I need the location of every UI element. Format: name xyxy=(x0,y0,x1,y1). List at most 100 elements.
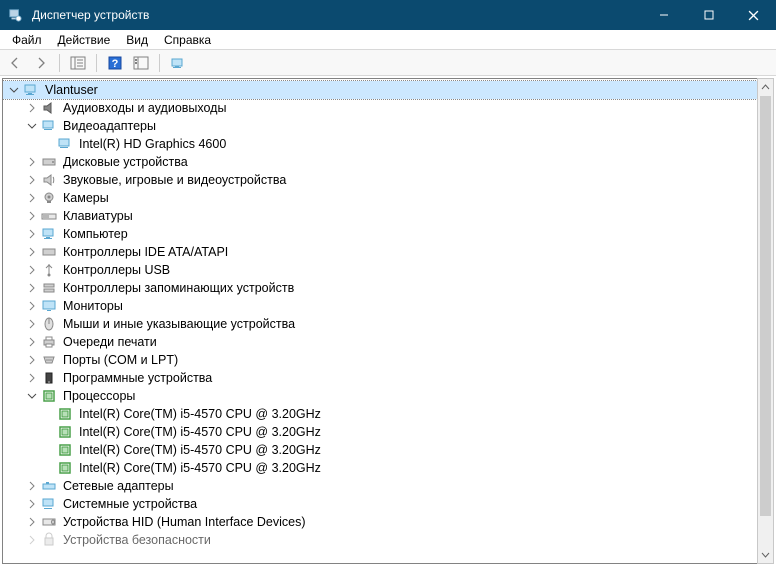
tree-label: Дисковые устройства xyxy=(61,153,190,171)
menu-action[interactable]: Действие xyxy=(50,31,119,49)
menubar: Файл Действие Вид Справка xyxy=(0,30,776,50)
scroll-thumb[interactable] xyxy=(760,96,771,516)
audio-icon xyxy=(41,100,57,116)
tree-item-video[interactable]: Видеоадаптеры xyxy=(3,117,757,135)
processor-icon xyxy=(41,388,57,404)
storage-controller-icon xyxy=(41,280,57,296)
processor-icon xyxy=(57,460,73,476)
scan-hardware-button[interactable] xyxy=(167,52,189,74)
tree-label: Системные устройства xyxy=(61,495,199,513)
expander-icon[interactable] xyxy=(25,119,39,133)
expander-icon[interactable] xyxy=(25,389,39,403)
expander-icon[interactable] xyxy=(25,533,39,547)
expander-icon[interactable] xyxy=(25,227,39,241)
expander-icon[interactable] xyxy=(25,263,39,277)
tree-label: Intel(R) HD Graphics 4600 xyxy=(77,135,228,153)
menu-help[interactable]: Справка xyxy=(156,31,219,49)
tree-item-mouse[interactable]: Мыши и иные указывающие устройства xyxy=(3,315,757,333)
software-device-icon xyxy=(41,370,57,386)
back-button[interactable] xyxy=(4,52,26,74)
expander-icon[interactable] xyxy=(25,371,39,385)
expander-icon[interactable] xyxy=(25,353,39,367)
tree-item-hid[interactable]: Устройства HID (Human Interface Devices) xyxy=(3,513,757,531)
display-adapter-icon xyxy=(41,118,57,134)
tree-item-computer[interactable]: Компьютер xyxy=(3,225,757,243)
forward-button[interactable] xyxy=(30,52,52,74)
hid-icon xyxy=(41,514,57,530)
tree-item-software[interactable]: Программные устройства xyxy=(3,369,757,387)
device-tree[interactable]: Vlantuser Аудиовходы и аудиовыходы Видео… xyxy=(3,79,757,551)
properties-button[interactable] xyxy=(130,52,152,74)
tree-item-video-child[interactable]: Intel(R) HD Graphics 4600 xyxy=(3,135,757,153)
expander-icon[interactable] xyxy=(25,245,39,259)
toolbar-separator xyxy=(59,54,60,72)
tree-label: Компьютер xyxy=(61,225,130,243)
expander-icon[interactable] xyxy=(25,479,39,493)
tree-item-cpu-core[interactable]: Intel(R) Core(TM) i5-4570 CPU @ 3.20GHz xyxy=(3,459,757,477)
titlebar: Диспетчер устройств xyxy=(0,0,776,30)
menu-file[interactable]: Файл xyxy=(4,31,50,49)
tree-label: Контроллеры USB xyxy=(61,261,172,279)
tree-item-audio[interactable]: Аудиовходы и аудиовыходы xyxy=(3,99,757,117)
expander-icon[interactable] xyxy=(25,317,39,331)
toolbar: ? xyxy=(0,50,776,76)
tree-item-ide[interactable]: Контроллеры IDE ATA/ATAPI xyxy=(3,243,757,261)
tree-item-cpu-core[interactable]: Intel(R) Core(TM) i5-4570 CPU @ 3.20GHz xyxy=(3,405,757,423)
help-button[interactable]: ? xyxy=(104,52,126,74)
toolbar-separator xyxy=(96,54,97,72)
toolbar-separator xyxy=(159,54,160,72)
display-adapter-icon xyxy=(57,136,73,152)
menu-view[interactable]: Вид xyxy=(118,31,156,49)
tree-label: Intel(R) Core(TM) i5-4570 CPU @ 3.20GHz xyxy=(77,441,323,459)
tree-label: Мониторы xyxy=(61,297,125,315)
show-hide-tree-button[interactable] xyxy=(67,52,89,74)
network-adapter-icon xyxy=(41,478,57,494)
usb-icon xyxy=(41,262,57,278)
window-title: Диспетчер устройств xyxy=(30,8,641,22)
tree-label: Видеоадаптеры xyxy=(61,117,158,135)
tree-item-camera[interactable]: Камеры xyxy=(3,189,757,207)
expander-icon[interactable] xyxy=(25,101,39,115)
tree-item-sound[interactable]: Звуковые, игровые и видеоустройства xyxy=(3,171,757,189)
expander-icon[interactable] xyxy=(25,209,39,223)
tree-item-security[interactable]: Устройства безопасности xyxy=(3,531,757,549)
tree-item-cpu-core[interactable]: Intel(R) Core(TM) i5-4570 CPU @ 3.20GHz xyxy=(3,423,757,441)
scroll-down-arrow[interactable] xyxy=(758,546,773,563)
expander-icon[interactable] xyxy=(25,515,39,529)
expander-icon[interactable] xyxy=(25,191,39,205)
tree-item-printqueue[interactable]: Очереди печати xyxy=(3,333,757,351)
tree-item-system[interactable]: Системные устройства xyxy=(3,495,757,513)
scroll-up-arrow[interactable] xyxy=(758,79,773,96)
keyboard-icon xyxy=(41,208,57,224)
tree-label: Процессоры xyxy=(61,387,137,405)
vertical-scrollbar[interactable] xyxy=(757,78,774,564)
content-area: Vlantuser Аудиовходы и аудиовыходы Видео… xyxy=(0,76,776,566)
tree-label: Камеры xyxy=(61,189,111,207)
tree-item-disk[interactable]: Дисковые устройства xyxy=(3,153,757,171)
expander-icon[interactable] xyxy=(25,155,39,169)
close-button[interactable] xyxy=(731,0,776,30)
port-icon xyxy=(41,352,57,368)
processor-icon xyxy=(57,406,73,422)
minimize-button[interactable] xyxy=(641,0,686,30)
expander-icon[interactable] xyxy=(25,281,39,295)
device-tree-pane: Vlantuser Аудиовходы и аудиовыходы Видео… xyxy=(2,78,757,564)
expander-icon[interactable] xyxy=(25,173,39,187)
maximize-button[interactable] xyxy=(686,0,731,30)
tree-item-processors[interactable]: Процессоры xyxy=(3,387,757,405)
tree-item-usb[interactable]: Контроллеры USB xyxy=(3,261,757,279)
tree-item-keyboard[interactable]: Клавиатуры xyxy=(3,207,757,225)
expander-icon[interactable] xyxy=(25,299,39,313)
tree-item-monitor[interactable]: Мониторы xyxy=(3,297,757,315)
tree-root[interactable]: Vlantuser xyxy=(3,81,757,99)
expander-icon[interactable] xyxy=(7,83,21,97)
app-icon xyxy=(0,8,30,22)
tree-item-ports[interactable]: Порты (COM и LPT) xyxy=(3,351,757,369)
tree-label: Программные устройства xyxy=(61,369,214,387)
tree-item-cpu-core[interactable]: Intel(R) Core(TM) i5-4570 CPU @ 3.20GHz xyxy=(3,441,757,459)
tree-item-network[interactable]: Сетевые адаптеры xyxy=(3,477,757,495)
monitor-icon xyxy=(41,298,57,314)
expander-icon[interactable] xyxy=(25,335,39,349)
expander-icon[interactable] xyxy=(25,497,39,511)
tree-item-storage[interactable]: Контроллеры запоминающих устройств xyxy=(3,279,757,297)
